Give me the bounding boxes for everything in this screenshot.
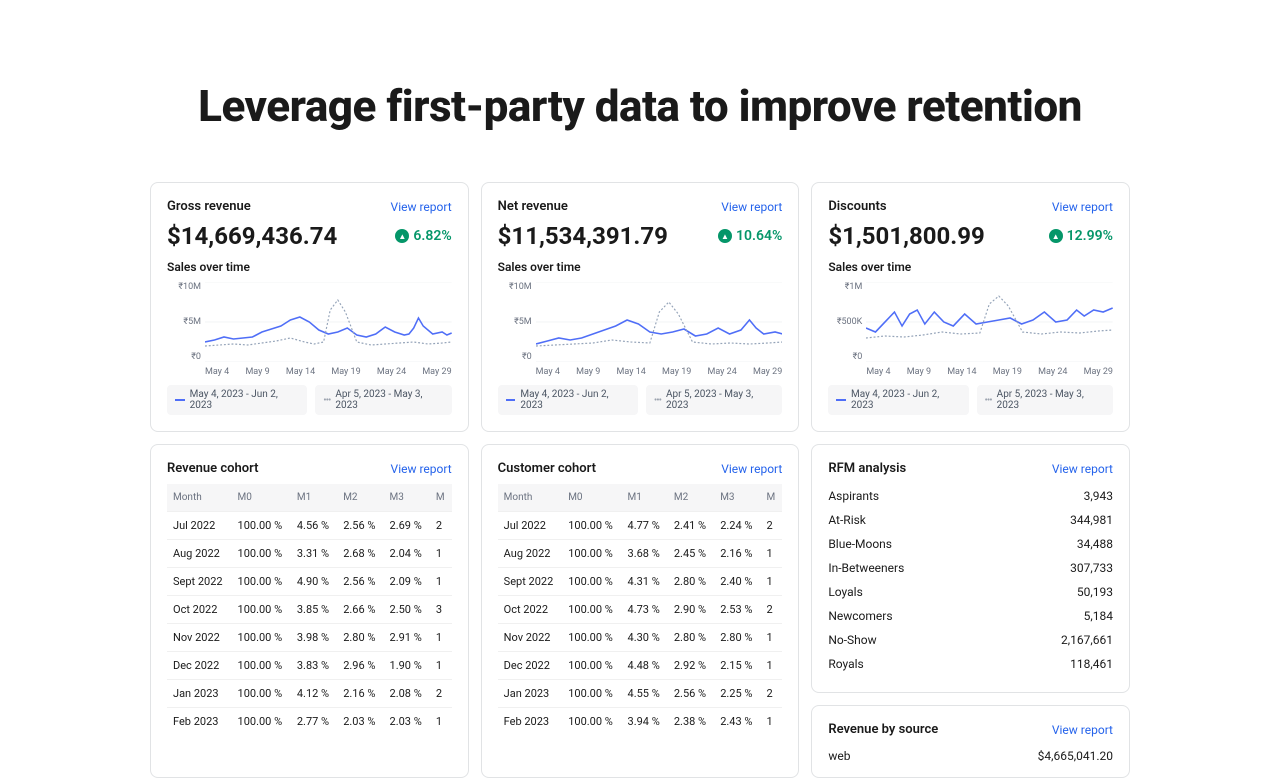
- list-item: Blue-Moons34,488: [828, 532, 1113, 556]
- list-item: Newcomers5,184: [828, 604, 1113, 628]
- gross-revenue-card: Gross revenue View report $14,669,436.74…: [150, 182, 469, 432]
- view-report-link[interactable]: View report: [721, 200, 782, 214]
- arrow-up-icon: ▲: [1049, 229, 1063, 243]
- table-header: M1: [622, 484, 668, 512]
- arrow-up-icon: ▲: [718, 229, 732, 243]
- list-item: Aspirants3,943: [828, 484, 1113, 508]
- series-compare: [866, 296, 1113, 338]
- view-report-link[interactable]: View report: [721, 462, 782, 476]
- table-row: Nov 2022100.00 %3.98 %2.80 %2.91 %1: [167, 624, 452, 652]
- view-report-link[interactable]: View report: [1052, 200, 1113, 214]
- metric-value: $11,534,391.79: [498, 222, 668, 250]
- table-header: M: [430, 484, 452, 512]
- legend-primary: May 4, 2023 - Jun 2, 2023: [828, 385, 968, 415]
- card-title: Revenue by source: [828, 722, 938, 737]
- legend-primary: May 4, 2023 - Jun 2, 2023: [167, 385, 307, 415]
- metric-value: $1,501,800.99: [828, 222, 984, 250]
- view-report-link[interactable]: View report: [391, 200, 452, 214]
- delta-value: 12.99%: [1067, 228, 1113, 244]
- table-row: Sept 2022100.00 %4.31 %2.80 %2.40 %1: [498, 568, 783, 596]
- page-title: Leverage first-party data to improve ret…: [0, 0, 1280, 182]
- legend-compare: •••Apr 5, 2023 - May 3, 2023: [977, 385, 1113, 415]
- revenue-cohort-table: MonthM0M1M2M3M Jul 2022100.00 %4.56 %2.5…: [167, 484, 452, 735]
- customer-cohort-card: Customer cohort View report MonthM0M1M2M…: [481, 444, 800, 778]
- delta-badge: ▲ 12.99%: [1049, 228, 1113, 244]
- list-item: No-Show2,167,661: [828, 628, 1113, 652]
- table-row: Feb 2023100.00 %2.77 %2.03 %2.03 %1: [167, 708, 452, 736]
- list-item: Royals118,461: [828, 652, 1113, 676]
- card-title: Revenue cohort: [167, 461, 258, 476]
- legend-compare: •••Apr 5, 2023 - May 3, 2023: [315, 385, 451, 415]
- table-header: Month: [498, 484, 563, 512]
- table-header: M0: [562, 484, 621, 512]
- table-row: Dec 2022100.00 %3.83 %2.96 %1.90 %1: [167, 652, 452, 680]
- table-row: Feb 2023100.00 %3.94 %2.38 %2.43 %1: [498, 708, 783, 736]
- discounts-card: Discounts View report $1,501,800.99 ▲ 12…: [811, 182, 1130, 432]
- table-header: M1: [291, 484, 337, 512]
- table-row: Oct 2022100.00 %3.85 %2.66 %2.50 %3: [167, 596, 452, 624]
- table-row: Jul 2022100.00 %4.77 %2.41 %2.24 %2: [498, 512, 783, 540]
- table-row: Nov 2022100.00 %4.30 %2.80 %2.80 %1: [498, 624, 783, 652]
- table-header: M3: [714, 484, 760, 512]
- table-row: Jan 2023100.00 %4.12 %2.16 %2.08 %2: [167, 680, 452, 708]
- view-report-link[interactable]: View report: [1052, 723, 1113, 737]
- list-item: At-Risk344,981: [828, 508, 1113, 532]
- card-title: Discounts: [828, 199, 886, 214]
- delta-value: 10.64%: [736, 228, 782, 244]
- table-row: Jul 2022100.00 %4.56 %2.56 %2.69 %2: [167, 512, 452, 540]
- discounts-chart: ₹1M ₹500K ₹0 May 4 May 9 May 14 May 19 M…: [828, 282, 1113, 377]
- list-item: web$4,665,041.20: [828, 745, 1113, 767]
- table-row: Dec 2022100.00 %4.48 %2.92 %2.15 %1: [498, 652, 783, 680]
- revenue-cohort-card: Revenue cohort View report MonthM0M1M2M3…: [150, 444, 469, 778]
- table-header: M3: [384, 484, 430, 512]
- card-title: RFM analysis: [828, 461, 906, 476]
- chart-subtitle: Sales over time: [498, 260, 783, 274]
- arrow-up-icon: ▲: [395, 229, 409, 243]
- list-item: Loyals50,193: [828, 580, 1113, 604]
- table-header: M: [761, 484, 783, 512]
- metric-value: $14,669,436.74: [167, 222, 337, 250]
- net-revenue-card: Net revenue View report $11,534,391.79 ▲…: [481, 182, 800, 432]
- series-primary: [866, 308, 1113, 332]
- card-title: Customer cohort: [498, 461, 596, 476]
- rfm-analysis-card: RFM analysis View report Aspirants3,943A…: [811, 444, 1130, 693]
- table-header: Month: [167, 484, 232, 512]
- card-title: Net revenue: [498, 199, 568, 214]
- table-header: M2: [668, 484, 714, 512]
- customer-cohort-table: MonthM0M1M2M3M Jul 2022100.00 %4.77 %2.4…: [498, 484, 783, 735]
- series-compare: [205, 300, 452, 346]
- table-row: Aug 2022100.00 %3.68 %2.45 %2.16 %1: [498, 540, 783, 568]
- table-header: M2: [337, 484, 383, 512]
- series-primary: [536, 320, 783, 344]
- delta-badge: ▲ 10.64%: [718, 228, 782, 244]
- legend-primary: May 4, 2023 - Jun 2, 2023: [498, 385, 638, 415]
- legend-compare: •••Apr 5, 2023 - May 3, 2023: [646, 385, 782, 415]
- chart-subtitle: Sales over time: [167, 260, 452, 274]
- table-row: Sept 2022100.00 %4.90 %2.56 %2.09 %1: [167, 568, 452, 596]
- view-report-link[interactable]: View report: [1052, 462, 1113, 476]
- net-chart: ₹10M ₹5M ₹0 May 4 May 9 May 14 May 19 Ma…: [498, 282, 783, 377]
- chart-subtitle: Sales over time: [828, 260, 1113, 274]
- card-title: Gross revenue: [167, 199, 251, 214]
- table-row: Jan 2023100.00 %4.55 %2.56 %2.25 %2: [498, 680, 783, 708]
- delta-value: 6.82%: [413, 228, 451, 244]
- gross-chart: ₹10M ₹5M ₹0 May 4 May 9 May 14 May 19 Ma…: [167, 282, 452, 377]
- list-item: In-Betweeners307,733: [828, 556, 1113, 580]
- table-row: Oct 2022100.00 %4.73 %2.90 %2.53 %2: [498, 596, 783, 624]
- delta-badge: ▲ 6.82%: [395, 228, 451, 244]
- revenue-by-source-card: Revenue by source View report web$4,665,…: [811, 705, 1130, 778]
- table-row: Aug 2022100.00 %3.31 %2.68 %2.04 %1: [167, 540, 452, 568]
- table-header: M0: [232, 484, 291, 512]
- view-report-link[interactable]: View report: [391, 462, 452, 476]
